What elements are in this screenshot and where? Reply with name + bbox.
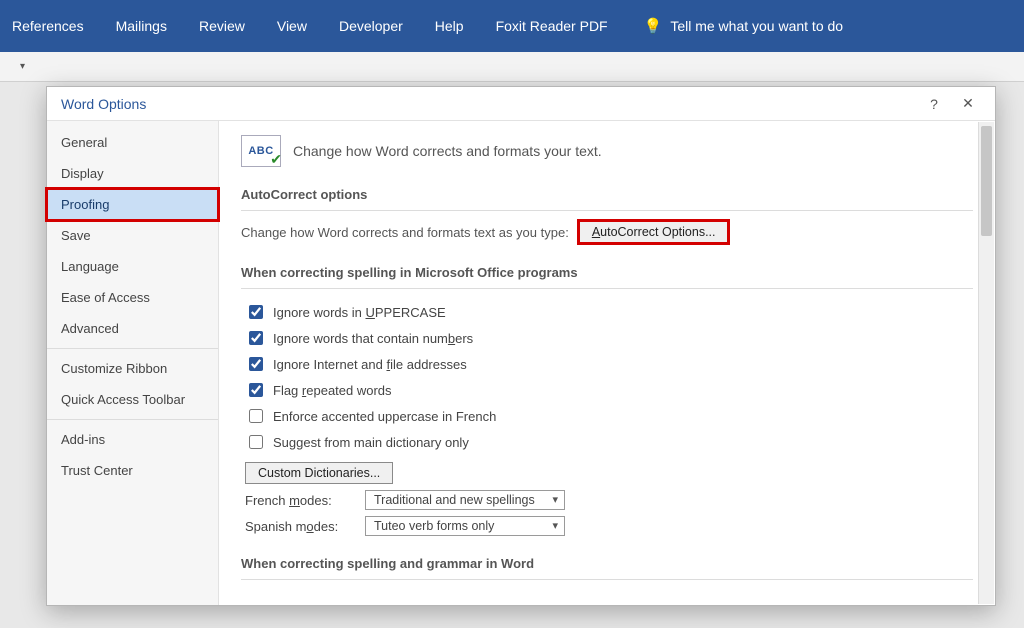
options-sidebar: GeneralDisplayProofingSaveLanguageEase o… — [47, 121, 219, 605]
word-options-dialog: Word Options ? ✕ GeneralDisplayProofingS… — [46, 86, 996, 606]
sidebar-item-add-ins[interactable]: Add-ins — [47, 424, 218, 455]
sidebar-separator — [47, 348, 218, 349]
spanish-modes-label: Spanish modes: — [245, 519, 355, 534]
sidebar-item-save[interactable]: Save — [47, 220, 218, 251]
sidebar-item-ease-of-access[interactable]: Ease of Access — [47, 282, 218, 313]
ribbon-tab-view[interactable]: View — [275, 12, 309, 40]
spelling-checkbox-1[interactable] — [249, 331, 263, 345]
custom-dictionaries-button[interactable]: Custom Dictionaries... — [245, 462, 393, 484]
spelling-checkbox-3[interactable] — [249, 383, 263, 397]
sidebar-item-display[interactable]: Display — [47, 158, 218, 189]
abc-proofing-icon: ABC ✔ — [241, 135, 281, 167]
french-modes-label: French modes: — [245, 493, 355, 508]
sidebar-item-advanced[interactable]: Advanced — [47, 313, 218, 344]
spelling-checkbox-4[interactable] — [249, 409, 263, 423]
dialog-title: Word Options — [61, 96, 917, 112]
spelling-checkbox-0[interactable] — [249, 305, 263, 319]
sidebar-item-quick-access-toolbar[interactable]: Quick Access Toolbar — [47, 384, 218, 415]
ribbon-tab-foxit[interactable]: Foxit Reader PDF — [494, 12, 610, 40]
ribbon-tab-review[interactable]: Review — [197, 12, 247, 40]
spelling-check-1[interactable]: Ignore words that contain numbers — [245, 325, 973, 351]
ribbon-tab-references[interactable]: References — [10, 12, 86, 40]
autocorrect-options-button[interactable]: AutoCorrect Options... — [579, 221, 729, 243]
dialog-titlebar: Word Options ? ✕ — [47, 87, 995, 121]
ribbon-tab-help[interactable]: Help — [433, 12, 466, 40]
spelling-check-2[interactable]: Ignore Internet and file addresses — [245, 351, 973, 377]
spelling-checkboxes: Ignore words in UPPERCASEIgnore words th… — [245, 299, 973, 455]
ribbon-toolbar: ▾ — [0, 52, 1024, 82]
spelling-check-5[interactable]: Suggest from main dictionary only — [245, 429, 973, 455]
tell-me-search[interactable]: 💡 Tell me what you want to do — [644, 17, 843, 35]
spelling-check-0[interactable]: Ignore words in UPPERCASE — [245, 299, 973, 325]
sidebar-item-trust-center[interactable]: Trust Center — [47, 455, 218, 486]
spanish-modes-dropdown[interactable]: Tuteo verb forms only — [365, 516, 565, 536]
ribbon-tab-developer[interactable]: Developer — [337, 12, 405, 40]
lightbulb-icon: 💡 — [644, 17, 663, 35]
spelling-check-3[interactable]: Flag repeated words — [245, 377, 973, 403]
options-content: ABC ✔ Change how Word corrects and forma… — [219, 121, 995, 605]
content-scrollbar[interactable] — [978, 122, 994, 604]
autocorrect-description: Change how Word corrects and formats tex… — [241, 225, 569, 240]
ribbon: References Mailings Review View Develope… — [0, 0, 1024, 52]
page-description: Change how Word corrects and formats you… — [293, 143, 602, 159]
sidebar-item-customize-ribbon[interactable]: Customize Ribbon — [47, 353, 218, 384]
spelling-checkbox-5[interactable] — [249, 435, 263, 449]
dialog-close-button[interactable]: ✕ — [951, 91, 985, 117]
check-icon: ✔ — [270, 151, 282, 168]
sidebar-item-language[interactable]: Language — [47, 251, 218, 282]
section-spelling-office: When correcting spelling in Microsoft Of… — [241, 259, 973, 289]
dialog-help-button[interactable]: ? — [917, 91, 951, 117]
spelling-checkbox-2[interactable] — [249, 357, 263, 371]
styles-dropdown-icon[interactable]: ▾ — [20, 61, 25, 72]
tell-me-label: Tell me what you want to do — [670, 18, 843, 34]
sidebar-item-proofing[interactable]: Proofing — [47, 189, 218, 220]
sidebar-separator — [47, 419, 218, 420]
scrollbar-thumb[interactable] — [981, 126, 992, 236]
section-spelling-word: When correcting spelling and grammar in … — [241, 550, 973, 580]
section-autocorrect-options: AutoCorrect options — [241, 181, 973, 211]
spelling-check-4[interactable]: Enforce accented uppercase in French — [245, 403, 973, 429]
ribbon-tab-mailings[interactable]: Mailings — [114, 12, 169, 40]
french-modes-dropdown[interactable]: Traditional and new spellings — [365, 490, 565, 510]
sidebar-item-general[interactable]: General — [47, 127, 218, 158]
